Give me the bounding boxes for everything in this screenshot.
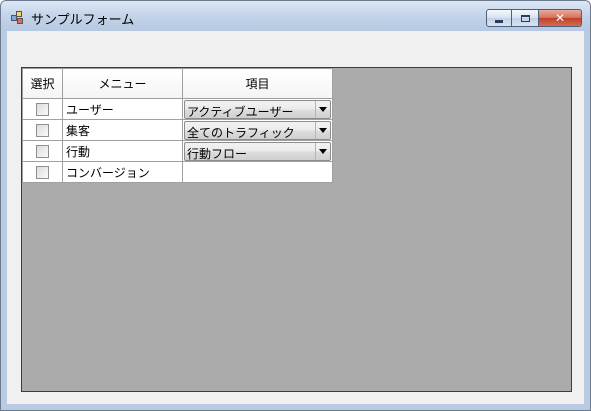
select-cell[interactable] xyxy=(22,119,63,141)
menu-cell[interactable]: 集客 xyxy=(62,119,183,141)
item-combobox[interactable]: 行動フロー xyxy=(184,141,331,161)
item-cell[interactable]: 行動フロー xyxy=(182,140,333,162)
dropdown-button[interactable] xyxy=(315,121,330,139)
chevron-down-icon xyxy=(319,148,327,154)
app-icon[interactable] xyxy=(11,11,25,25)
combobox-value: 全てのトラフィック xyxy=(187,125,295,140)
data-grid[interactable]: 選択 メニュー 項目 ユーザー アクティブユーザー 集客 全てのトラフィック 行… xyxy=(21,67,572,392)
dropdown-button[interactable] xyxy=(315,142,330,160)
table-row[interactable]: コンバージョン xyxy=(22,161,333,183)
close-button[interactable]: ✕ xyxy=(539,9,582,27)
title-bar[interactable]: サンプルフォーム ✕ xyxy=(1,1,590,31)
row-checkbox[interactable] xyxy=(36,166,49,179)
select-cell[interactable] xyxy=(22,161,63,183)
menu-cell[interactable]: コンバージョン xyxy=(62,161,183,183)
minimize-icon xyxy=(495,19,503,23)
combobox-value: アクティブユーザー xyxy=(187,104,294,119)
menu-cell[interactable]: 行動 xyxy=(62,140,183,162)
item-combobox[interactable]: 全てのトラフィック xyxy=(184,120,331,140)
select-cell[interactable] xyxy=(22,140,63,162)
row-checkbox[interactable] xyxy=(36,103,49,116)
maximize-icon xyxy=(520,14,530,22)
minimize-button[interactable] xyxy=(486,9,512,27)
select-cell[interactable] xyxy=(22,98,63,120)
row-checkbox[interactable] xyxy=(36,145,49,158)
menu-cell[interactable]: ユーザー xyxy=(62,98,183,120)
item-cell[interactable]: 全てのトラフィック xyxy=(182,119,333,141)
maximize-button[interactable] xyxy=(512,9,539,27)
item-cell[interactable]: アクティブユーザー xyxy=(182,98,333,120)
menu-label: ユーザー xyxy=(66,102,114,117)
dropdown-button[interactable] xyxy=(315,100,330,118)
menu-label: 行動 xyxy=(66,144,91,159)
item-combobox[interactable]: アクティブユーザー xyxy=(184,99,331,119)
main-window: サンプルフォーム ✕ 選択 メニュー 項目 ユーザー アクティブユーザー 集客 … xyxy=(0,0,591,411)
column-header-menu[interactable]: メニュー xyxy=(62,68,183,99)
menu-label: 集客 xyxy=(66,123,91,138)
form-client-area: 選択 メニュー 項目 ユーザー アクティブユーザー 集客 全てのトラフィック 行… xyxy=(7,31,584,404)
row-checkbox[interactable] xyxy=(36,124,49,137)
window-title: サンプルフォーム xyxy=(31,13,135,28)
window-controls: ✕ xyxy=(486,9,582,27)
close-icon: ✕ xyxy=(554,11,566,25)
menu-label: コンバージョン xyxy=(66,165,150,180)
chevron-down-icon xyxy=(319,106,327,112)
chevron-down-icon xyxy=(319,127,327,133)
grid-table: 選択 メニュー 項目 ユーザー アクティブユーザー 集客 全てのトラフィック 行… xyxy=(22,68,333,183)
table-row[interactable]: ユーザー アクティブユーザー xyxy=(22,98,333,120)
column-header-item[interactable]: 項目 xyxy=(182,68,333,99)
table-row[interactable]: 集客 全てのトラフィック xyxy=(22,119,333,141)
table-row[interactable]: 行動 行動フロー xyxy=(22,140,333,162)
column-header-select[interactable]: 選択 xyxy=(22,68,63,99)
combobox-value: 行動フロー xyxy=(187,146,248,161)
item-cell[interactable] xyxy=(182,161,333,183)
